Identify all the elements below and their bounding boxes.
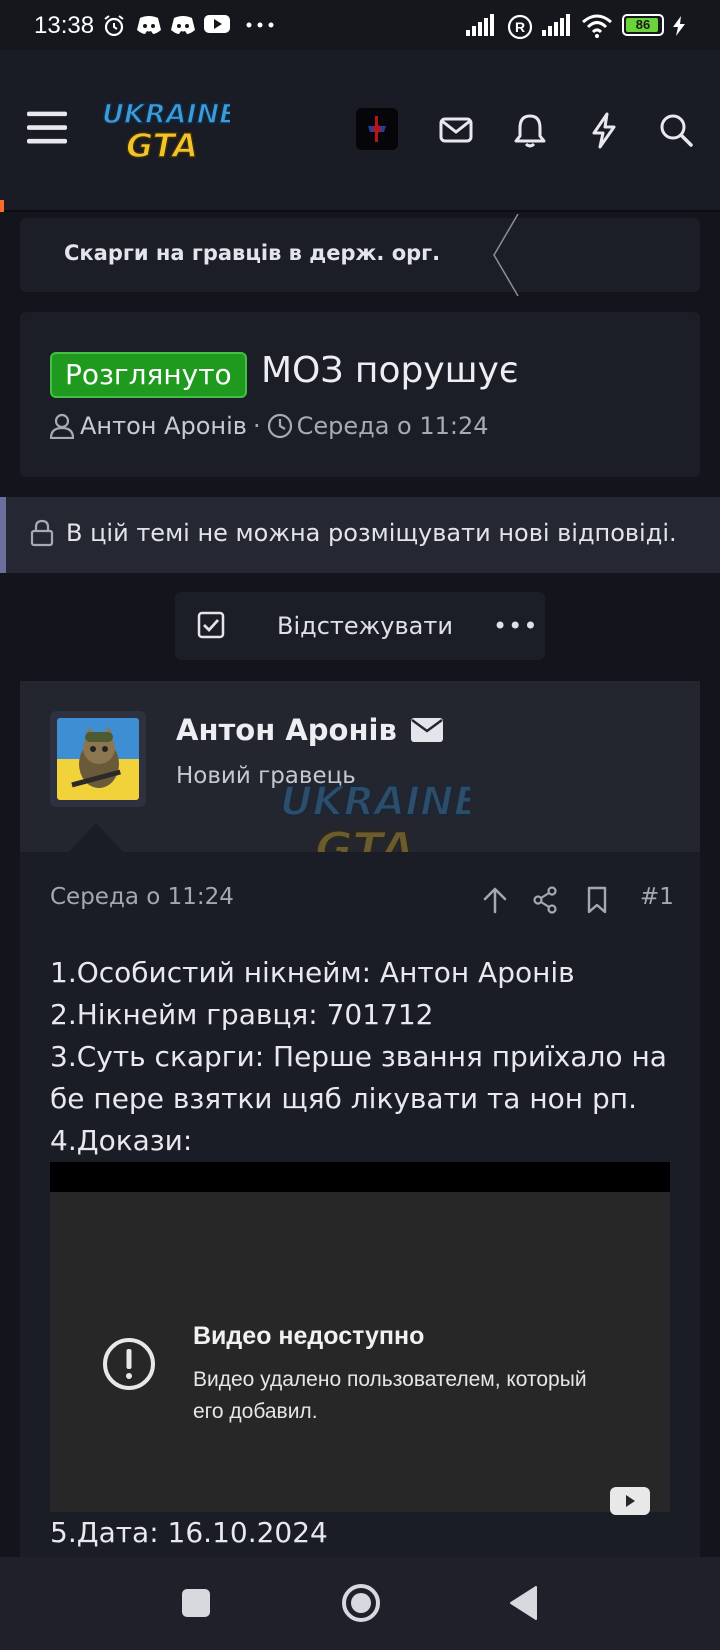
status-badge[interactable]: Розглянуто	[50, 352, 247, 398]
thread-meta: Антон Аронів · Середа о 11:24	[50, 412, 489, 440]
registered-icon: R	[507, 14, 533, 40]
system-nav-bar	[0, 1557, 720, 1650]
svg-text:R: R	[515, 19, 525, 35]
post-line: 1.Особистий нікнейм: Антон Аронів	[50, 956, 575, 989]
mail-icon[interactable]	[410, 717, 443, 743]
post-username[interactable]: Антон Аронів	[176, 713, 443, 747]
video-topbar	[50, 1162, 670, 1192]
menu-icon[interactable]	[27, 108, 67, 148]
status-time: 13:38	[34, 12, 95, 39]
breadcrumb-label[interactable]: Скарги на гравців в держ. орг.	[64, 241, 440, 265]
alarm-icon	[104, 15, 124, 37]
user-icon	[50, 413, 74, 439]
more-options-button[interactable]: •••	[493, 612, 538, 640]
more-dots-icon	[246, 22, 274, 28]
thread-date[interactable]: Середа о 11:24	[297, 412, 489, 440]
checkbox-icon[interactable]	[197, 611, 225, 639]
svg-text:GTA: GTA	[126, 126, 198, 165]
breadcrumb-chevron-icon	[493, 214, 519, 296]
avatar[interactable]	[356, 108, 398, 150]
post-username-text[interactable]: Антон Аронів	[176, 713, 397, 747]
share-icon[interactable]	[532, 886, 558, 914]
locked-notice-text: В цій темі не можна розміщувати нові від…	[66, 519, 677, 547]
bolt-icon[interactable]	[584, 110, 624, 150]
watch-bar: Відстежувати •••	[175, 592, 545, 660]
post-content: 1.Особистий нікнейм: Антон Аронів 2.Нікн…	[50, 952, 690, 1162]
embedded-video[interactable]: Видео недоступно Видео удалено пользоват…	[50, 1162, 670, 1515]
accent-mark	[0, 200, 4, 212]
home-button[interactable]	[340, 1582, 382, 1624]
watch-button[interactable]: Відстежувати	[277, 612, 453, 640]
warning-icon	[103, 1338, 155, 1390]
discord-icon	[137, 16, 161, 34]
avatar[interactable]	[50, 711, 146, 807]
youtube-icon[interactable]	[610, 1487, 650, 1515]
bell-icon[interactable]	[510, 110, 550, 150]
signal-icon	[542, 14, 570, 36]
video-description: Видео удалено пользователем, который его…	[193, 1368, 587, 1423]
signal-icon	[466, 14, 494, 36]
battery-icon: 86	[622, 14, 664, 36]
search-icon[interactable]	[656, 110, 696, 150]
locked-notice: В цій темі не можна розміщувати нові від…	[0, 497, 720, 573]
app-header: UKRAINE GTA	[0, 50, 720, 212]
post-line: 4.Докази:	[50, 1124, 193, 1157]
post-pointer	[68, 823, 124, 853]
post-line: 3.Суть скарги: Перше звання приїхало на …	[50, 1040, 667, 1115]
breadcrumb[interactable]: Скарги на гравців в держ. орг.	[20, 214, 700, 296]
bookmark-icon[interactable]	[586, 886, 608, 914]
post-number[interactable]: #1	[640, 884, 674, 910]
meta-separator: ·	[252, 412, 261, 440]
back-button[interactable]	[508, 1585, 538, 1621]
svg-text:UKRAINE: UKRAINE	[280, 779, 470, 825]
charging-icon	[673, 16, 685, 36]
recents-button[interactable]	[181, 1588, 211, 1618]
wifi-icon	[582, 14, 612, 38]
battery-level: 86	[635, 17, 651, 32]
site-logo[interactable]: UKRAINE GTA	[100, 95, 230, 165]
post-line: 2.Нікнейм гравця: 701712	[50, 998, 434, 1031]
post-body: Середа о 11:24 #1 1.Особистий нікнейм: А…	[20, 852, 700, 1557]
lock-icon	[30, 519, 54, 547]
post-date[interactable]: Середа о 11:24	[50, 884, 234, 910]
clock-icon	[267, 413, 292, 439]
post-date-line: 5.Дата: 16.10.2024	[50, 1516, 328, 1549]
page-title: МОЗ порушує	[261, 350, 519, 391]
youtube-icon	[204, 15, 230, 33]
arrow-up-icon[interactable]	[482, 886, 508, 914]
video-title: Видео недоступно	[193, 1322, 425, 1350]
status-bar: 13:38 R 86	[0, 0, 720, 50]
thread-author[interactable]: Антон Аронів	[80, 412, 247, 440]
mail-icon[interactable]	[436, 110, 476, 150]
thread-header: Розглянуто МОЗ порушує Антон Аронів · Се…	[20, 312, 700, 477]
discord-icon	[171, 16, 195, 34]
